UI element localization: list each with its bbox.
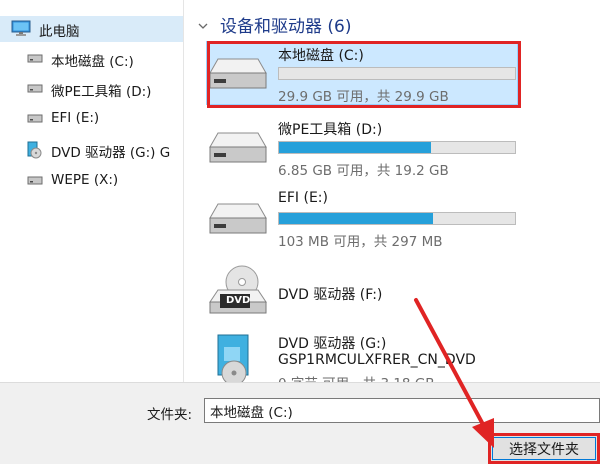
drive-size: 103 MB 可用，共 297 MB <box>278 234 443 250</box>
drive-icon <box>27 50 43 70</box>
sidebar-item-label: 微PE工具箱 (D:) <box>51 84 152 100</box>
sidebar-item-drive-x[interactable]: WEPE (X:) <box>0 168 183 194</box>
capacity-bar <box>278 141 516 154</box>
sidebar-item-this-pc[interactable]: 此电脑 <box>0 16 183 42</box>
group-title: 设备和驱动器 (6) <box>220 17 352 37</box>
sidebar-item-drive-e[interactable]: EFI (E:) <box>0 106 183 132</box>
dvd-badge: DVD <box>226 295 251 306</box>
capacity-fill <box>279 213 434 224</box>
navigation-pane: 此电脑 本地磁盘 (C:) 微PE工具箱 (D:) EFI (E:) DVD 驱… <box>0 0 184 382</box>
drive-size: 0 字节 可用，共 3.18 GB <box>278 372 435 382</box>
drive-tile-d[interactable]: 微PE工具箱 (D:) 6.85 GB 可用，共 19.2 GB <box>206 115 518 179</box>
dialog-footer: 文件夹: 选择文件夹 <box>0 382 600 464</box>
chevron-down-icon <box>198 15 208 35</box>
highlight-box-drive-c <box>207 41 521 108</box>
drive-tile-f[interactable]: DVD DVD 驱动器 (F:) <box>206 262 518 326</box>
dvd-drive-icon <box>208 264 268 320</box>
sidebar-item-label: EFI (E:) <box>51 110 100 126</box>
group-header[interactable]: 设备和驱动器 (6) <box>198 12 351 37</box>
drive-icon <box>208 127 268 171</box>
drive-icon <box>27 110 43 130</box>
sidebar-item-drive-c[interactable]: 本地磁盘 (C:) <box>0 46 183 72</box>
select-folder-button[interactable]: 选择文件夹 <box>488 433 600 464</box>
drive-volume-label: GSP1RMCULXFRER_CN_DVD <box>278 352 476 368</box>
drive-name: 微PE工具箱 (D:) <box>278 122 383 138</box>
drive-icon <box>27 172 43 192</box>
drive-name: EFI (E:) <box>278 190 328 206</box>
drive-tile-g[interactable]: DVD 驱动器 (G:) GSP1RMCULXFRER_CN_DVD 0 字节 … <box>206 331 518 382</box>
drive-tile-e[interactable]: EFI (E:) 103 MB 可用，共 297 MB <box>206 186 518 250</box>
folder-label: 文件夹: <box>147 407 193 423</box>
sidebar-item-label: WEPE (X:) <box>51 172 119 188</box>
folder-input[interactable] <box>204 398 600 423</box>
content-pane: 设备和驱动器 (6) 本地磁盘 (C:) 29.9 GB 可用，共 29.9 G… <box>184 0 600 382</box>
drive-icon <box>27 80 43 100</box>
dvd-drive-icon <box>25 141 43 163</box>
computer-icon <box>11 20 31 41</box>
drive-name: DVD 驱动器 (F:) <box>278 287 383 303</box>
capacity-fill <box>279 142 431 153</box>
focus-border <box>492 437 596 460</box>
dvd-disc-icon <box>212 333 262 382</box>
drive-size: 6.85 GB 可用，共 19.2 GB <box>278 163 449 179</box>
sidebar-item-drive-d[interactable]: 微PE工具箱 (D:) <box>0 76 183 102</box>
sidebar-item-label: DVD 驱动器 (G:) G <box>51 145 171 161</box>
sidebar-item-label: 本地磁盘 (C:) <box>51 54 134 70</box>
drive-icon <box>208 198 268 242</box>
sidebar-item-label: 此电脑 <box>39 24 80 40</box>
capacity-bar <box>278 212 516 225</box>
drive-name: DVD 驱动器 (G:) <box>278 336 387 352</box>
sidebar-item-drive-g[interactable]: DVD 驱动器 (G:) G <box>0 137 183 163</box>
